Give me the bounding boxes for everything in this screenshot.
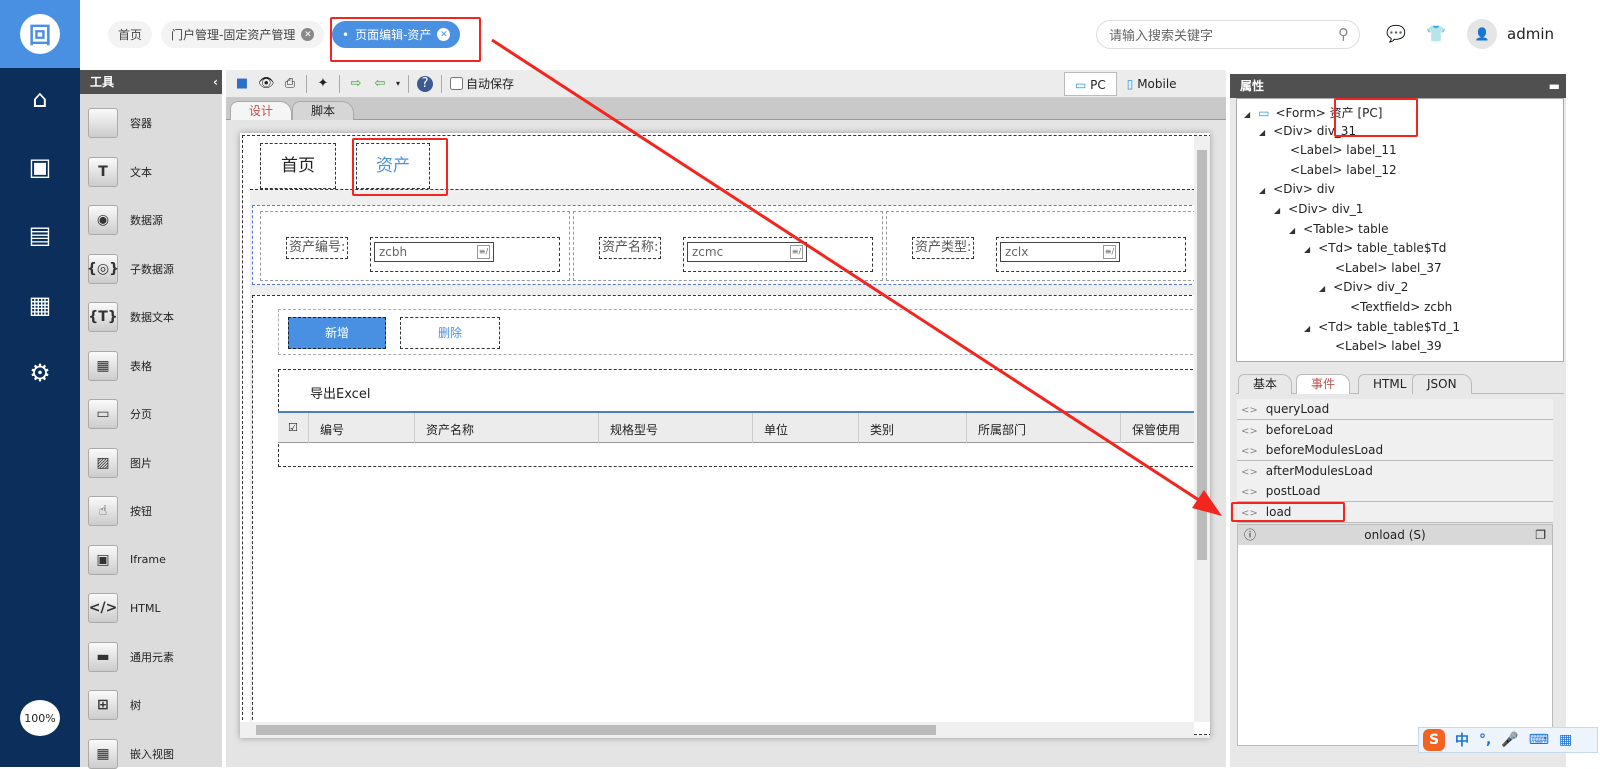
- annotation-arrow: [491, 38, 1222, 516]
